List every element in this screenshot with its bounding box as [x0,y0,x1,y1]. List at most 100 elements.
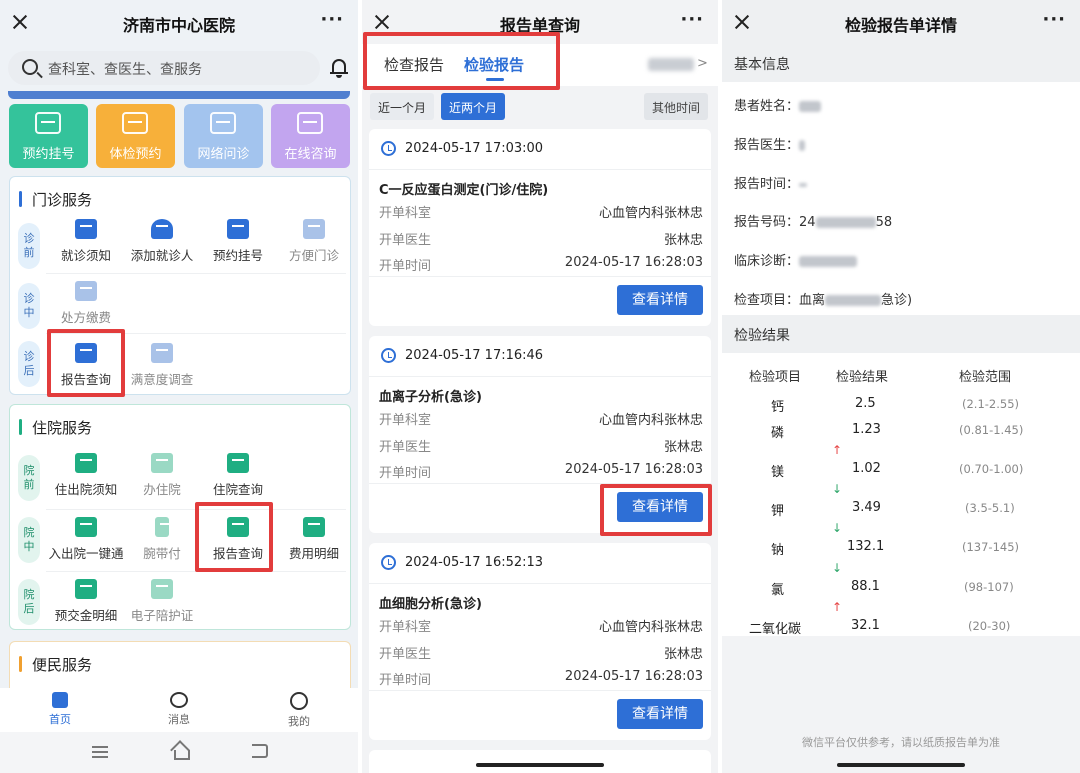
footer-disclaimer: 微信平台仅供参考，请以纸质报告单为准 [802,736,1000,749]
report-name: C一反应蛋白测定(门诊/住院) [379,183,549,198]
value-time: 2024-05-17 16:28:03 [564,669,703,684]
item-label: 腕带付 [143,546,181,561]
result-value: 132.1 [847,539,885,554]
item-inpatient-query[interactable]: 住院查询 [198,453,278,498]
tile-online-inquiry[interactable]: 在线咨询 [271,104,350,168]
label-doctor: 开单医生 [379,647,432,662]
chevron-right-icon[interactable]: > [697,56,708,71]
tile-label: 预约挂号 [22,147,75,162]
report-card[interactable]: 2024-05-17 16:52:13 血细胞分析(急诊) 开单科室 心血管内科… [369,543,711,740]
report-name: 血细胞分析(急诊) [379,597,482,612]
divider [369,690,711,691]
result-range: (0.70-1.00) [959,462,1024,476]
menu-icon[interactable] [92,746,108,758]
tile-appointment[interactable]: 预约挂号 [9,104,88,168]
report-card[interactable] [369,750,711,773]
report-time: 2024-05-17 17:03:00 [405,141,544,156]
search-icon [22,59,38,75]
view-details-button[interactable]: 查看详情 [617,699,703,729]
thumbs-up-icon [151,343,173,363]
medical-cross-icon [151,453,173,473]
wristband-icon [155,517,172,537]
label-time: 开单时间 [379,673,432,688]
more-icon[interactable]: ··· [320,11,344,29]
highlight-box [363,32,560,90]
banner[interactable] [8,91,350,99]
item-prescription-pay[interactable]: 处方缴费 [46,281,126,326]
item-visit-notice[interactable]: 就诊须知 [46,219,126,264]
result-item: 磷 [771,426,785,441]
home-icon [52,692,68,708]
bell-icon[interactable] [330,57,348,78]
result-value: 1.02 [852,461,881,476]
view-details-button[interactable]: 查看详情 [617,285,703,315]
tab-label: 消息 [168,713,190,726]
item-convenience-clinic[interactable]: 方便门诊 [274,219,354,264]
tile-online-consult[interactable]: 网络问诊 [184,104,263,168]
tab-messages[interactable]: 消息 [149,692,209,727]
label-time: 开单时间 [379,466,432,481]
item-deposit-details[interactable]: 预交金明细 [46,579,126,624]
item-label: 满意度调查 [130,372,194,387]
tab-profile[interactable]: 我的 [269,692,329,729]
item-label: 处方缴费 [60,310,111,325]
more-icon[interactable]: ··· [680,11,704,29]
arrow-down-icon: ↓ [832,561,843,575]
search-input[interactable]: 查科室、查医生、查服务 [8,51,320,85]
result-value: 2.5 [855,396,876,411]
value-dept: 心血管内科张林忠 [598,413,703,428]
item-escort-certificate[interactable]: 电子陪护证 [122,579,202,624]
arrow-down-icon: ↓ [832,482,843,496]
stage-before: 诊前 [18,223,40,269]
divider [369,276,711,277]
value-doctor: 张林忠 [663,440,703,455]
value-doctor: 张林忠 [663,233,703,248]
card-icon [75,579,97,599]
filter-one-month[interactable]: 近一个月 [370,93,435,120]
item-label: 方便门诊 [288,248,339,263]
footer-area [722,636,1080,773]
titlebar: 济南市中心医院 ··· [0,0,358,44]
report-name: 血离子分析(急诊) [379,390,482,405]
item-wristband-pay[interactable]: 腕带付 [122,517,202,562]
item-satisfaction-survey[interactable]: 满意度调查 [122,343,202,388]
value-time: 2024-05-17 16:28:03 [564,462,703,477]
report-list-panel: 报告单查询 ··· 检查报告 检验报告 > 近一个月 近两个月 其他时间 202… [362,0,718,773]
inpatient-card: 住院服务 院前 住出院须知 办住院 住院查询 院中 入出院一键通 腕带付 报告查… [9,404,351,630]
section-bar [19,191,22,207]
tile-checkup[interactable]: 体检预约 [96,104,175,168]
item-one-click-admission[interactable]: 入出院一键通 [46,517,126,562]
report-time: 2024-05-17 16:52:13 [405,555,544,570]
filter-other-time[interactable]: 其他时间 [644,93,709,120]
clock-icon [381,141,396,156]
item-add-patient[interactable]: 添加就诊人 [122,219,202,264]
tab-home[interactable]: 首页 [30,692,90,727]
item-label: 费用明细 [288,546,339,561]
clock-icon [381,555,396,570]
item-appointment[interactable]: 预约挂号 [198,219,278,264]
back-icon[interactable] [252,744,268,758]
item-fee-details[interactable]: 费用明细 [274,517,354,562]
id-card-icon [151,579,173,599]
page-title: 济南市中心医院 [122,16,235,35]
patient-selector-blurred[interactable] [648,58,694,71]
result-value: 3.49 [852,500,881,515]
arrow-up-icon: ↑ [832,443,843,457]
divider [369,376,711,377]
filter-two-months[interactable]: 近两个月 [441,93,506,120]
item-label: 办住院 [143,482,181,497]
arrow-up-icon: ↑ [832,600,843,614]
report-detail-panel: 检验报告单详情 ··· 基本信息 患者姓名： 报告医生： 报告时间： 报告号码：… [722,0,1080,773]
result-range: (20-30) [968,619,1011,633]
result-range: (3.5-5.1) [965,501,1015,515]
item-admission-notice[interactable]: 住出院须知 [46,453,126,498]
stage-before: 院前 [18,455,40,501]
book-icon [75,219,97,239]
arrow-down-icon: ↓ [832,521,843,535]
report-card[interactable]: 2024-05-17 17:03:00 C一反应蛋白测定(门诊/住院) 开单科室… [369,129,711,326]
item-admission[interactable]: 办住院 [122,453,202,498]
bottom-tabbar: 首页 消息 我的 [0,688,358,732]
home-nav-icon[interactable] [171,742,190,760]
home-indicator [476,763,604,767]
result-value: 32.1 [851,618,880,633]
